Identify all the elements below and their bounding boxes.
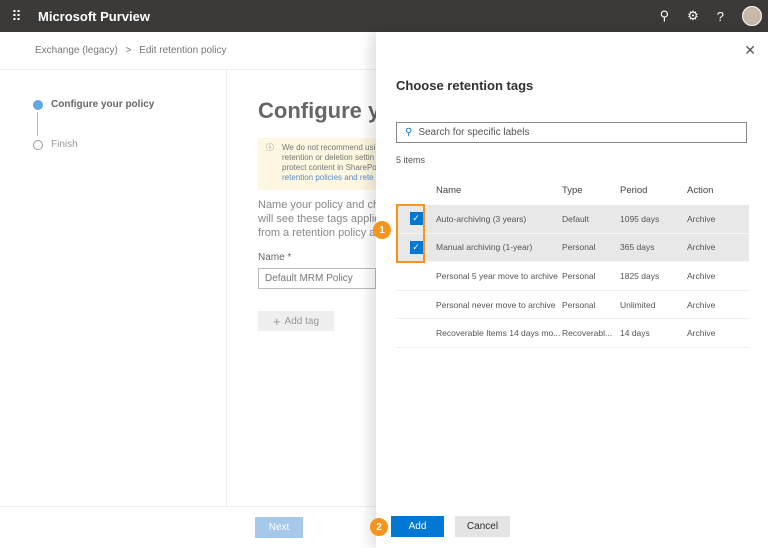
tag-name: Manual archiving (1-year)	[436, 242, 533, 253]
choose-tags-panel: ✕ Choose retention tags ⚲ Search for spe…	[370, 32, 768, 548]
table-row[interactable]: Recoverable Items 14 days mo... Recovera…	[396, 319, 749, 348]
warning-text: We do not recommend usi	[282, 143, 376, 152]
close-icon[interactable]: ✕	[744, 42, 756, 59]
tag-action: Archive	[687, 213, 716, 224]
warning-banner: ⓘ We do not recommend usi retention or d…	[258, 138, 376, 190]
divider	[0, 69, 376, 70]
page-title: Configure y	[258, 98, 381, 123]
table-row[interactable]: Personal 5 year move to archive Personal…	[396, 262, 749, 291]
table-row[interactable]: ✓ Manual archiving (1-year) Personal 365…	[396, 233, 749, 263]
name-label: Name *	[258, 252, 292, 263]
add-tag-button[interactable]: + Add tag	[258, 311, 334, 331]
search-icon: ⚲	[405, 127, 413, 138]
search-placeholder: Search for specific labels	[418, 127, 530, 138]
top-bar: ⠿ Microsoft Purview ⚲ ⚙ ?	[0, 0, 768, 32]
share-icon[interactable]: ⚲	[660, 8, 670, 24]
column-header-action[interactable]: Action	[687, 185, 747, 196]
tag-action: Archive	[687, 328, 716, 339]
step-connector	[37, 112, 38, 136]
tag-period: 14 days	[620, 328, 650, 339]
step-label: Configure your policy	[51, 99, 155, 110]
divider	[226, 70, 227, 506]
callout-badge-1: 1	[373, 221, 391, 239]
description: Name your policy and ch will see these t…	[258, 198, 376, 240]
breadcrumb-current: Edit retention policy	[139, 45, 227, 56]
tag-period: 1095 days	[620, 213, 660, 224]
chevron-right-icon: >	[125, 45, 132, 56]
name-input[interactable]: Default MRM Policy	[258, 268, 376, 289]
warning-text: protect content in SharePo	[282, 163, 376, 172]
tag-type: Personal	[562, 270, 596, 281]
cancel-button[interactable]: Cancel	[455, 516, 510, 537]
tag-type: Personal	[562, 299, 596, 310]
help-icon[interactable]: ?	[717, 9, 724, 24]
tag-period: 365 days	[620, 242, 655, 253]
tag-action: Archive	[687, 270, 716, 281]
app-title: Microsoft Purview	[38, 8, 150, 24]
breadcrumb: Exchange (legacy) > Edit retention polic…	[35, 45, 227, 56]
tag-action: Archive	[687, 242, 716, 253]
callout-badge-2: 2	[370, 518, 388, 536]
description-line: from a retention policy a	[258, 227, 376, 239]
settings-icon[interactable]: ⚙	[687, 8, 699, 24]
tag-name: Personal 5 year move to archive	[436, 270, 558, 281]
footer	[0, 506, 376, 548]
table-row[interactable]: ✓ Auto-archiving (3 years) Default 1095 …	[396, 205, 749, 234]
warning-text: retention or deletion settin	[282, 153, 375, 162]
tag-type: Recoverabl...	[562, 328, 613, 339]
next-button[interactable]: Next	[255, 517, 303, 538]
tag-period: 1825 days	[620, 270, 660, 281]
tag-type: Default	[562, 213, 589, 224]
plus-icon: +	[272, 313, 281, 329]
column-header-period[interactable]: Period	[620, 185, 687, 196]
tag-name: Auto-archiving (3 years)	[436, 213, 527, 224]
step-pending-icon	[33, 139, 43, 150]
panel-title: Choose retention tags	[396, 78, 534, 93]
column-header-name[interactable]: Name	[436, 185, 562, 196]
description-line: will see these tags applie	[258, 213, 376, 225]
column-header-type[interactable]: Type	[562, 185, 620, 196]
step-label: Finish	[51, 139, 78, 150]
search-input[interactable]: ⚲ Search for specific labels	[396, 122, 747, 143]
add-tag-label: Add tag	[284, 315, 320, 327]
tag-name: Personal never move to archive	[436, 299, 556, 310]
warning-link[interactable]: retention policies and rete	[282, 173, 376, 183]
step-finish: Finish	[33, 139, 78, 150]
step-current-icon	[33, 99, 43, 110]
tag-period: Unlimited	[620, 299, 656, 310]
selection-highlight	[396, 204, 425, 263]
tag-action: Archive	[687, 299, 716, 310]
info-icon: ⓘ	[266, 143, 274, 152]
tag-type: Personal	[562, 242, 596, 253]
app-launcher-icon[interactable]: ⠿	[0, 8, 32, 25]
item-count: 5 items	[396, 155, 426, 165]
description-line: Name your policy and ch	[258, 199, 376, 211]
table-row[interactable]: Personal never move to archive Personal …	[396, 291, 749, 320]
tag-name: Recoverable Items 14 days mo...	[436, 328, 561, 339]
add-button[interactable]: Add	[391, 516, 444, 537]
table-header: Name Type Period Action	[396, 176, 749, 205]
breadcrumb-parent[interactable]: Exchange (legacy)	[35, 45, 118, 56]
avatar[interactable]	[742, 6, 762, 26]
step-configure: Configure your policy	[33, 99, 154, 110]
tags-table: Name Type Period Action ✓ Auto-archiving…	[396, 176, 749, 348]
